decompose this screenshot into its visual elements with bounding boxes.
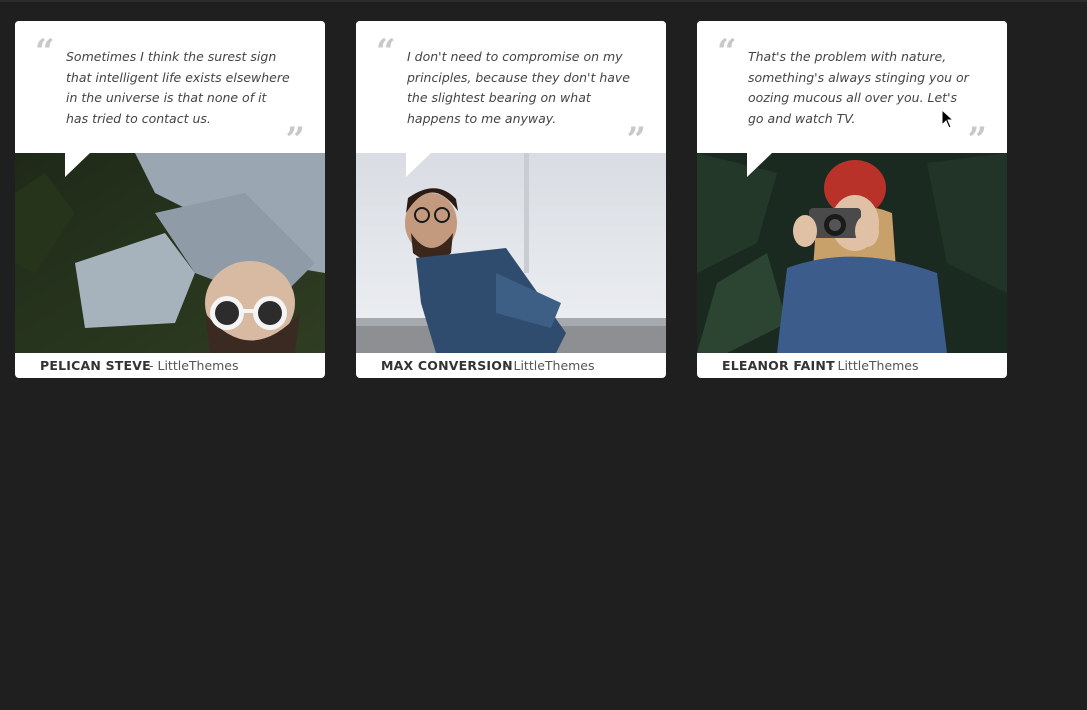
quote-text: That's the problem with nature, somethin… (748, 49, 969, 126)
quote-notch (747, 153, 772, 177)
author-name: ELEANOR FAINT (722, 358, 835, 373)
quote-notch (406, 153, 431, 177)
mouse-cursor-icon (941, 109, 955, 129)
author-name: MAX CONVERSION (381, 358, 513, 373)
author-source: - LittleThemes (149, 358, 239, 373)
testimonial-photo (356, 153, 666, 353)
testimonial-photo (697, 153, 1007, 353)
quote-text: I don't need to compromise on my princip… (407, 49, 630, 126)
testimonial-card: “ That's the problem with nature, someth… (697, 21, 1007, 378)
quote-box: “ I don't need to compromise on my princ… (356, 21, 666, 157)
close-quote-icon: ” (285, 120, 305, 160)
quote-box: “ That's the problem with nature, someth… (697, 21, 1007, 157)
testimonial-footer: ELEANOR FAINT - LittleThemes (697, 353, 1007, 378)
testimonial-card: “ I don't need to compromise on my princ… (356, 21, 666, 378)
testimonial-photo (15, 153, 325, 353)
quote-text: Sometimes I think the surest sign that i… (66, 49, 290, 126)
testimonial-footer: MAX CONVERSION - LittleThemes (356, 353, 666, 378)
author-source: - LittleThemes (829, 358, 919, 373)
author-source: - LittleThemes (505, 358, 595, 373)
open-quote-icon: “ (717, 32, 737, 72)
testimonial-footer: PELICAN STEVE - LittleThemes (15, 353, 325, 378)
open-quote-icon: “ (376, 32, 396, 72)
open-quote-icon: “ (35, 32, 55, 72)
quote-notch (65, 153, 90, 177)
author-name: PELICAN STEVE (40, 358, 151, 373)
close-quote-icon: ” (967, 120, 987, 160)
quote-box: “ Sometimes I think the surest sign that… (15, 21, 325, 157)
close-quote-icon: ” (626, 120, 646, 160)
top-border (0, 0, 1087, 2)
testimonial-card: “ Sometimes I think the surest sign that… (15, 21, 325, 378)
